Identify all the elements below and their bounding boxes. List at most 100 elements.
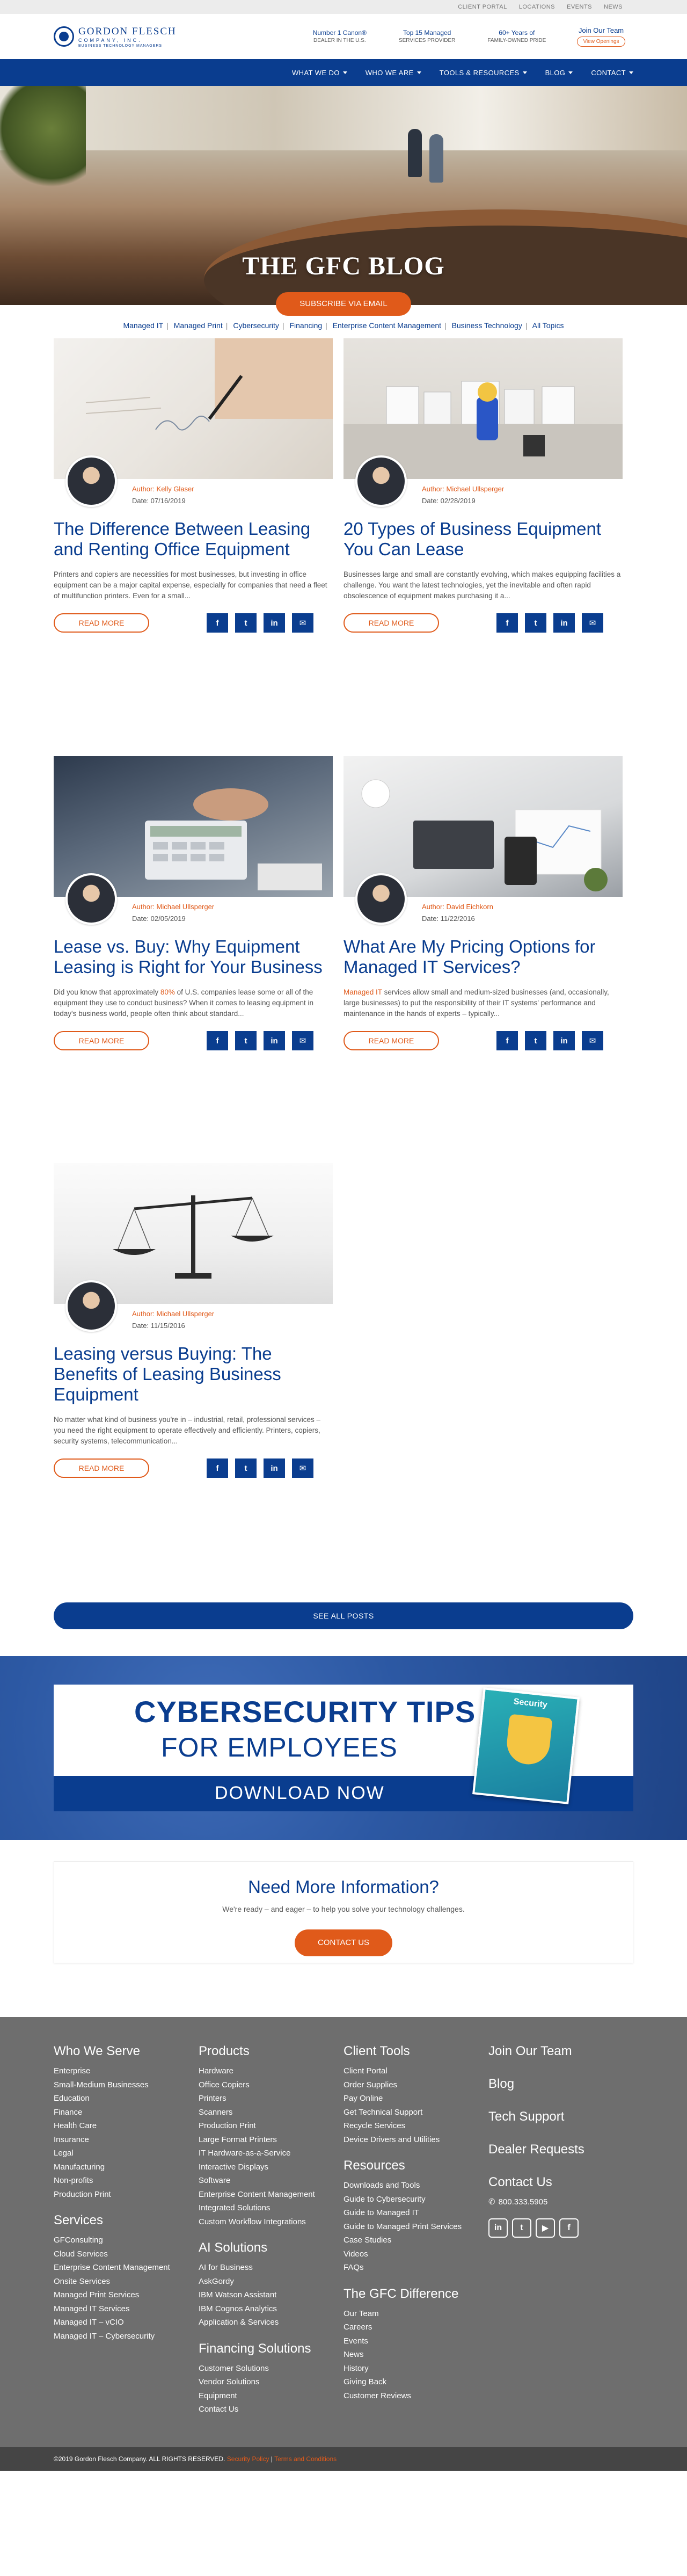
footer-link[interactable]: AI for Business bbox=[199, 2261, 338, 2275]
facebook-icon[interactable]: f bbox=[207, 1458, 228, 1478]
footer-phone[interactable]: ✆ 800.333.5905 bbox=[488, 2197, 633, 2207]
topic-cybersecurity[interactable]: Cybersecurity bbox=[233, 321, 279, 330]
footer-heading[interactable]: AI Solutions bbox=[199, 2240, 344, 2255]
footer-link[interactable]: AskGordy bbox=[199, 2275, 338, 2289]
contact-us-button[interactable]: CONTACT US bbox=[295, 1929, 392, 1956]
email-icon[interactable]: ✉ bbox=[292, 1458, 313, 1478]
topic-business-technology[interactable]: Business Technology bbox=[452, 321, 522, 330]
logo[interactable]: GORDON FLESCH COMPANY, INC. BUSINESS TEC… bbox=[54, 26, 247, 48]
footer-link[interactable]: Enterprise bbox=[54, 2064, 193, 2078]
topic-all-topics[interactable]: All Topics bbox=[532, 321, 564, 330]
util-link-events[interactable]: EVENTS bbox=[567, 4, 592, 10]
nav-what-we-do[interactable]: WHAT WE DO bbox=[292, 69, 347, 77]
footer-link[interactable]: Order Supplies bbox=[344, 2078, 483, 2092]
footer-link[interactable]: Enterprise Content Management bbox=[54, 2261, 193, 2275]
read-more-button[interactable]: READ MORE bbox=[54, 1458, 149, 1478]
twitter-icon[interactable]: t bbox=[525, 613, 546, 633]
footer-link[interactable]: Software bbox=[199, 2174, 338, 2188]
linkedin-icon[interactable]: in bbox=[264, 613, 285, 633]
twitter-icon[interactable]: t bbox=[235, 613, 257, 633]
footer-link[interactable]: Enterprise Content Management bbox=[199, 2188, 338, 2202]
excerpt-link[interactable]: Managed IT bbox=[344, 988, 382, 996]
excerpt-link[interactable]: 80% bbox=[160, 988, 175, 996]
footer-link[interactable]: Case Studies bbox=[344, 2233, 483, 2247]
footer-link[interactable]: Non-profits bbox=[54, 2174, 193, 2188]
footer-link[interactable]: Guide to Managed IT bbox=[344, 2206, 483, 2220]
linkedin-icon[interactable]: in bbox=[553, 613, 575, 633]
util-link-locations[interactable]: LOCATIONS bbox=[519, 4, 555, 10]
footer-link[interactable]: Managed IT Services bbox=[54, 2302, 193, 2316]
footer-link[interactable]: Scanners bbox=[199, 2106, 338, 2120]
footer-link[interactable]: Client Portal bbox=[344, 2064, 483, 2078]
linkedin-icon[interactable]: in bbox=[488, 2218, 508, 2238]
footer-link[interactable]: Health Care bbox=[54, 2119, 193, 2133]
post-title[interactable]: What Are My Pricing Options for Managed … bbox=[344, 937, 623, 977]
twitter-icon[interactable]: t bbox=[525, 1031, 546, 1050]
footer-heading[interactable]: Client Tools bbox=[344, 2044, 488, 2059]
footer-link[interactable]: Our Team bbox=[344, 2307, 483, 2321]
twitter-icon[interactable]: t bbox=[235, 1031, 257, 1050]
footer-link[interactable]: Managed IT – Cybersecurity bbox=[54, 2330, 193, 2343]
email-icon[interactable]: ✉ bbox=[292, 613, 313, 633]
nav-blog[interactable]: BLOG bbox=[545, 69, 573, 77]
footer-link[interactable]: News bbox=[344, 2348, 483, 2362]
linkedin-icon[interactable]: in bbox=[553, 1031, 575, 1050]
security-policy-link[interactable]: Security Policy bbox=[227, 2455, 269, 2463]
footer-link[interactable]: Printers bbox=[199, 2092, 338, 2106]
footer-link[interactable]: Small-Medium Businesses bbox=[54, 2078, 193, 2092]
see-all-posts-button[interactable]: SEE ALL POSTS bbox=[54, 1602, 633, 1629]
footer-heading[interactable]: Services bbox=[54, 2213, 199, 2228]
footer-link[interactable]: Large Format Printers bbox=[199, 2133, 338, 2147]
footer-dealer-requests[interactable]: Dealer Requests bbox=[488, 2142, 633, 2157]
footer-link[interactable]: Custom Workflow Integrations bbox=[199, 2215, 338, 2229]
facebook-icon[interactable]: f bbox=[496, 1031, 518, 1050]
linkedin-icon[interactable]: in bbox=[264, 1458, 285, 1478]
footer-link[interactable]: Finance bbox=[54, 2106, 193, 2120]
topic-ecm[interactable]: Enterprise Content Management bbox=[333, 321, 441, 330]
footer-link[interactable]: Production Print bbox=[54, 2188, 193, 2202]
footer-link[interactable]: Office Copiers bbox=[199, 2078, 338, 2092]
footer-link[interactable]: FAQs bbox=[344, 2261, 483, 2275]
email-icon[interactable]: ✉ bbox=[292, 1031, 313, 1050]
footer-heading[interactable]: Resources bbox=[344, 2158, 488, 2173]
footer-link[interactable]: History bbox=[344, 2362, 483, 2376]
footer-link[interactable]: Education bbox=[54, 2092, 193, 2106]
read-more-button[interactable]: READ MORE bbox=[54, 613, 149, 633]
post-title[interactable]: The Difference Between Leasing and Renti… bbox=[54, 519, 333, 560]
footer-heading[interactable]: Who We Serve bbox=[54, 2044, 199, 2059]
nav-who-we-are[interactable]: WHO WE ARE bbox=[366, 69, 421, 77]
footer-link[interactable]: Contact Us bbox=[199, 2403, 338, 2417]
footer-link[interactable]: Customer Reviews bbox=[344, 2389, 483, 2403]
nav-tools-resources[interactable]: TOOLS & RESOURCES bbox=[440, 69, 527, 77]
facebook-icon[interactable]: f bbox=[207, 613, 228, 633]
footer-link[interactable]: IBM Watson Assistant bbox=[199, 2288, 338, 2302]
footer-link[interactable]: Managed Print Services bbox=[54, 2288, 193, 2302]
footer-link[interactable]: Manufacturing bbox=[54, 2160, 193, 2174]
subscribe-via-email-button[interactable]: SUBSCRIBE VIA EMAIL bbox=[276, 292, 411, 316]
footer-link[interactable]: Guide to Managed Print Services bbox=[344, 2220, 483, 2234]
footer-link[interactable]: Vendor Solutions bbox=[199, 2375, 338, 2389]
footer-link[interactable]: Guide to Cybersecurity bbox=[344, 2193, 483, 2207]
read-more-button[interactable]: READ MORE bbox=[54, 1031, 149, 1050]
footer-link[interactable]: Integrated Solutions bbox=[199, 2201, 338, 2215]
footer-link[interactable]: Device Drivers and Utilities bbox=[344, 2133, 483, 2147]
post-title[interactable]: Leasing versus Buying: The Benefits of L… bbox=[54, 1344, 333, 1405]
footer-contact-us[interactable]: Contact Us bbox=[488, 2175, 633, 2190]
footer-link[interactable]: Events bbox=[344, 2334, 483, 2348]
footer-heading[interactable]: The GFC Difference bbox=[344, 2287, 488, 2302]
footer-link[interactable]: Videos bbox=[344, 2247, 483, 2261]
cybersecurity-tips-banner[interactable]: CYBERSECURITY TIPS FOR EMPLOYEES DOWNLOA… bbox=[54, 1685, 633, 1811]
footer-link[interactable]: IBM Cognos Analytics bbox=[199, 2302, 338, 2316]
footer-link[interactable]: Insurance bbox=[54, 2133, 193, 2147]
footer-link[interactable]: IT Hardware-as-a-Service bbox=[199, 2146, 338, 2160]
footer-link[interactable]: Recycle Services bbox=[344, 2119, 483, 2133]
footer-link[interactable]: Careers bbox=[344, 2320, 483, 2334]
footer-link[interactable]: Get Technical Support bbox=[344, 2106, 483, 2120]
util-link-client-portal[interactable]: CLIENT PORTAL bbox=[458, 4, 507, 10]
footer-link[interactable]: GFConsulting bbox=[54, 2233, 193, 2247]
email-icon[interactable]: ✉ bbox=[582, 613, 603, 633]
topic-managed-print[interactable]: Managed Print bbox=[174, 321, 223, 330]
footer-link[interactable]: Giving Back bbox=[344, 2375, 483, 2389]
footer-link[interactable]: Production Print bbox=[199, 2119, 338, 2133]
footer-link[interactable]: Cloud Services bbox=[54, 2247, 193, 2261]
